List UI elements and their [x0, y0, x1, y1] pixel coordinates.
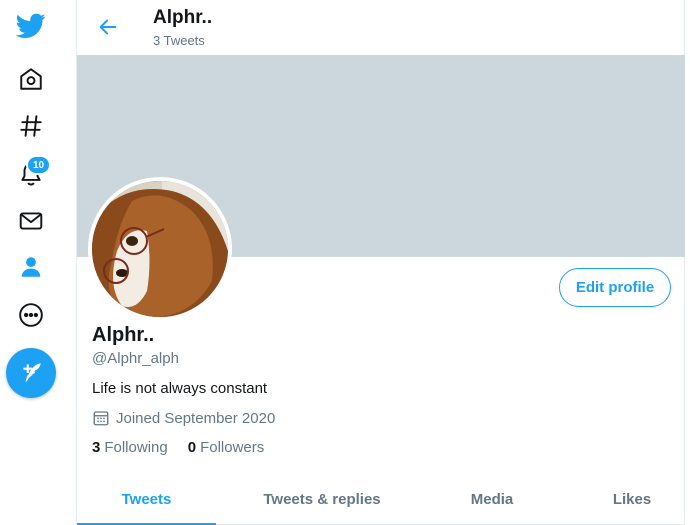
- profile-joined-date: Joined September 2020: [92, 409, 275, 427]
- profile-column: Alphr.. 3 Tweets Edit profile Alphr.. @A…: [76, 0, 685, 525]
- header-tweet-count: 3 Tweets: [153, 33, 205, 48]
- tab-media[interactable]: Media: [437, 473, 547, 525]
- tab-tweets[interactable]: Tweets: [77, 473, 216, 525]
- followers-label: Followers: [200, 439, 265, 456]
- messages-envelope-icon[interactable]: [15, 205, 47, 237]
- more-ellipsis-icon[interactable]: [15, 299, 47, 331]
- compose-tweet-button[interactable]: [6, 348, 56, 398]
- notification-count-badge: 10: [26, 155, 52, 175]
- back-arrow-icon: [99, 19, 117, 35]
- back-arrow-button[interactable]: [95, 14, 121, 40]
- profile-bio: Life is not always constant: [92, 380, 268, 397]
- profile-handle: @Alphr_alph: [92, 350, 179, 367]
- explore-hashtag-icon[interactable]: [15, 110, 47, 142]
- followers-count: 0: [187, 439, 197, 456]
- profile-person-icon[interactable]: [15, 251, 47, 283]
- followers-link[interactable]: 0 Followers: [188, 439, 265, 456]
- calendar-icon: [93, 411, 109, 426]
- following-link[interactable]: 3 Following: [92, 439, 168, 456]
- twitter-logo-icon[interactable]: [15, 10, 47, 42]
- profile-avatar[interactable]: [88, 177, 232, 321]
- home-icon[interactable]: [15, 63, 47, 95]
- profile-tabs: Tweets Tweets & replies Media Likes: [77, 473, 685, 525]
- profile-name: Alphr..: [92, 324, 155, 346]
- tab-tweets-and-replies[interactable]: Tweets & replies: [247, 473, 397, 525]
- follow-stats: 3 Following 0 Followers: [92, 439, 284, 456]
- edit-profile-button[interactable]: Edit profile: [559, 268, 671, 307]
- joined-label: Joined September 2020: [116, 409, 276, 427]
- compose-tweet-icon: [23, 363, 41, 382]
- side-navigation: 10: [0, 0, 76, 525]
- header-profile-name: Alphr..: [153, 7, 213, 28]
- profile-header-bar: Alphr.. 3 Tweets: [77, 0, 685, 55]
- tab-likes[interactable]: Likes: [577, 473, 687, 525]
- following-count: 3: [92, 439, 101, 456]
- following-label: Following: [104, 439, 168, 456]
